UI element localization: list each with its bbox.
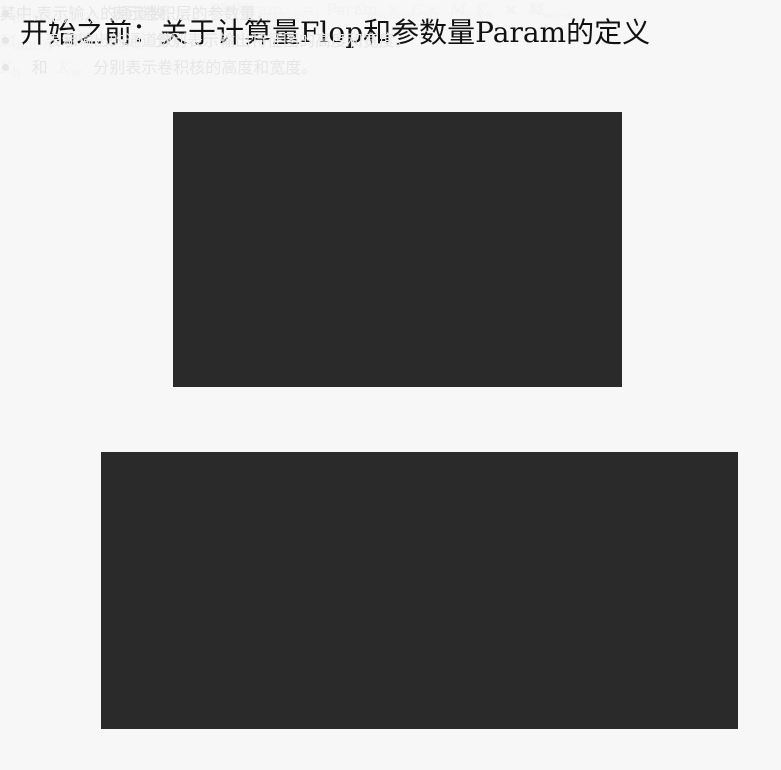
symbol-subscript: out-w [106, 39, 144, 55]
symbol-k: K [0, 58, 12, 78]
symbol-param: Param [0, 4, 52, 23]
formula-term-m-out-w: M [527, 0, 545, 19]
param-definition-panel [173, 112, 622, 387]
formula-term-subscript: out-h [466, 10, 493, 22]
symbol-m: M [0, 31, 17, 51]
flop-bullet-list: Paramconv2d 表示卷积层的参数量， Mout-h 和 Mout-w 分… [0, 0, 411, 54]
symbol-subscript: w [70, 66, 83, 82]
symbol-subscript: conv2d [51, 12, 101, 28]
formula-term-subscript: out-w [544, 10, 573, 22]
list-item: Paramconv2d 表示卷积层的参数量， [0, 0, 411, 27]
bullet-text: 分别表示卷积核的高度和宽度。 [93, 58, 318, 78]
symbol-subscript: out-h [16, 39, 52, 55]
list-item: Kh 和 Kw 分别表示卷积核的高度和宽度。 [0, 54, 317, 81]
bullet-text: 分别表示输出特征图的高度和宽度。 [155, 31, 412, 51]
times-sign: × [425, 0, 439, 19]
formula-term-m-out-h: M [449, 0, 467, 19]
conjunction: 和 [62, 31, 79, 51]
conjunction: 和 [31, 58, 48, 78]
times-sign: × [503, 0, 517, 19]
symbol-k: K [58, 58, 71, 78]
flop-definition-panel [101, 452, 738, 729]
list-item: Mout-h 和 Mout-w 分别表示输出特征图的高度和宽度。 [0, 27, 411, 54]
symbol-m: M [89, 31, 107, 51]
symbol-subscript: h [11, 66, 21, 82]
bullet-text: 表示卷积层的参数量， [111, 4, 272, 23]
